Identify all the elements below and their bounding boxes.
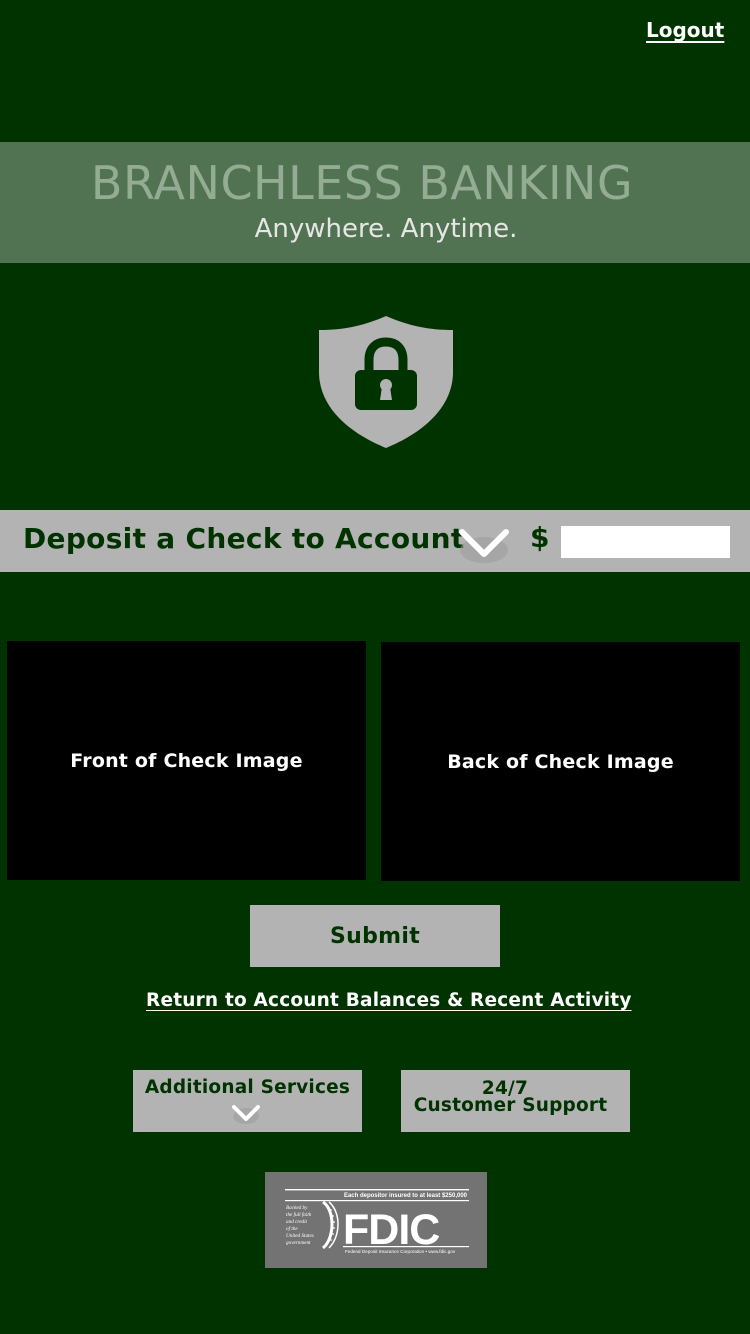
svg-text:Each depositor insured to at l: Each depositor insured to at least $250,… [344,1193,468,1199]
svg-text:and credit: and credit [286,1219,308,1225]
svg-text:Federal Deposit Insurance Corp: Federal Deposit Insurance Corporation • … [345,1249,456,1254]
chevron-down-icon[interactable] [456,520,512,568]
svg-text:United States: United States [286,1233,314,1239]
svg-text:Backed by: Backed by [286,1205,308,1211]
front-check-image[interactable]: Front of Check Image [7,641,366,880]
submit-button[interactable]: Submit [250,905,500,967]
customer-support-button[interactable]: 24/7 Customer Support [401,1070,630,1132]
brand-tagline: Anywhere. Anytime. [254,214,518,244]
svg-text:government: government [286,1240,311,1246]
back-check-label: Back of Check Image [447,750,674,773]
front-check-label: Front of Check Image [70,749,303,772]
logout-link[interactable]: Logout [646,18,724,42]
brand-title: BRANCHLESS BANKING [90,156,634,210]
return-to-balances-link[interactable]: Return to Account Balances & Recent Acti… [146,990,632,1011]
fdic-seal: Each depositor insured to at least $250,… [285,1189,469,1254]
additional-services-label: Additional Services [144,1077,351,1098]
chevron-down-icon [232,1105,260,1124]
currency-symbol: $ [530,521,550,554]
fdic-logo: Each depositor insured to at least $250,… [265,1172,487,1268]
deposit-account-label[interactable]: Deposit a Check to Account [23,522,465,555]
back-check-image[interactable]: Back of Check Image [381,642,740,881]
submit-label: Submit [329,923,421,949]
support-label: Customer Support [413,1095,608,1116]
svg-text:of the: of the [286,1225,298,1232]
svg-text:the full faith: the full faith [286,1211,312,1218]
additional-services-button[interactable]: Additional Services [133,1070,362,1132]
shield-lock-icon [319,316,453,448]
deposit-amount-input[interactable] [561,526,730,558]
